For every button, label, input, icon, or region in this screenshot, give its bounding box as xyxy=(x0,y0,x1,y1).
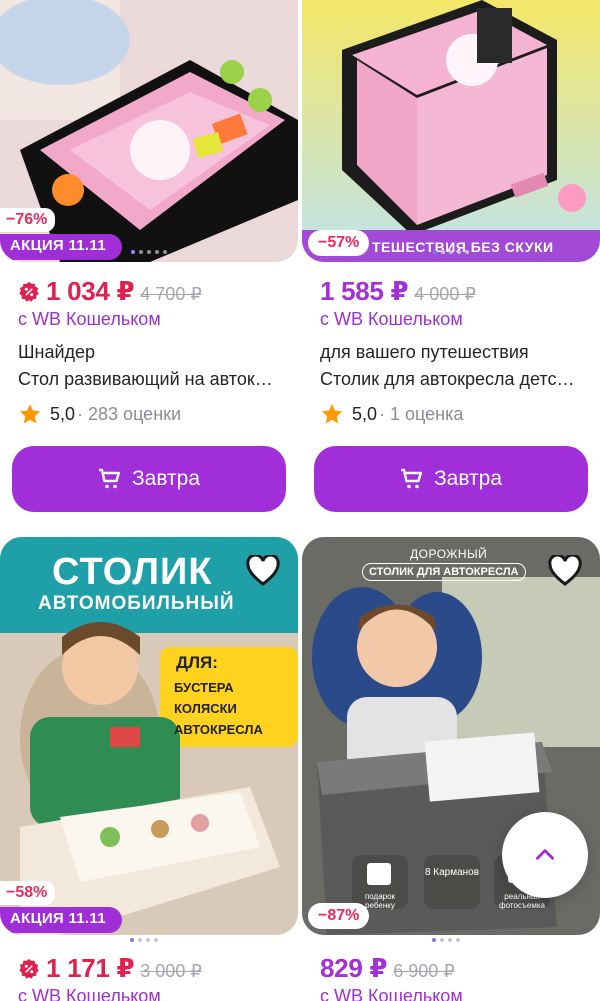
image-list-item: КОЛЯСКИ xyxy=(174,701,237,716)
image-pill: СТОЛИК ДЛЯ АВТОКРЕСЛА xyxy=(362,563,526,581)
product-card[interactable]: ТЕШЕСТВИЯ БЕЗ СКУКИ −57% 1 585 ₽ 4 000 ₽… xyxy=(302,0,600,512)
wallet-note: с WB Кошельком xyxy=(320,986,463,1001)
button-label: Завтра xyxy=(433,467,503,490)
price: 829 ₽ xyxy=(320,953,388,983)
discount-badge: −58% xyxy=(0,881,56,905)
star-icon xyxy=(321,404,343,424)
product-title[interactable]: Стол развивающий на автокресло xyxy=(18,369,280,390)
product-photo xyxy=(302,0,600,262)
add-to-cart-button[interactable]: Завтра xyxy=(12,446,286,512)
cart-icon xyxy=(98,468,120,489)
image-list-item: АВТОКРЕСЛА xyxy=(174,722,263,737)
rating: 5,0 · 1 оценка xyxy=(320,402,600,426)
image-carousel-dots xyxy=(302,250,600,254)
chevron-up-icon xyxy=(536,849,554,860)
image-for-label: ДЛЯ: xyxy=(176,653,218,672)
product-title[interactable]: Столик для автокресла детский xyxy=(320,369,582,390)
price-row: 1 171 ₽ 3 000 ₽ xyxy=(18,953,298,984)
rating-score: 5,0 xyxy=(50,403,76,424)
image-carousel-dots xyxy=(130,938,158,942)
product-card[interactable]: −76% АКЦИЯ 11.11 1 034 ₽ 4 700 ₽ с WB Ко… xyxy=(0,0,298,512)
image-feature: 8 Карманов xyxy=(424,867,480,878)
old-price: 6 900 ₽ xyxy=(393,961,455,981)
price-row: 1 585 ₽ 4 000 ₽ xyxy=(320,276,600,307)
image-list-item: БУСТЕРА xyxy=(174,680,234,695)
rating-count: · 283 оценки xyxy=(77,403,182,424)
image-carousel-dots xyxy=(0,250,298,254)
product-image[interactable]: СТОЛИК АВТОМОБИЛЬНЫЙ ДЛЯ: БУСТЕРА КОЛЯСК… xyxy=(0,537,298,935)
product-card[interactable]: ДОРОЖНЫЙ СТОЛИК ДЛЯ АВТОКРЕСЛА подарок р… xyxy=(302,537,600,1001)
brand-name: для вашего путешествия xyxy=(320,342,529,362)
product-image[interactable]: ТЕШЕСТВИЯ БЕЗ СКУКИ −57% xyxy=(302,0,600,262)
old-price: 3 000 ₽ xyxy=(140,961,202,981)
heart-icon[interactable] xyxy=(548,555,582,587)
image-carousel-dots xyxy=(432,938,460,942)
wallet-note: с WB Кошельком xyxy=(18,309,161,329)
price: 1 585 ₽ xyxy=(320,276,409,306)
brand-name: Шнайдер xyxy=(18,342,96,362)
image-top-label: ДОРОЖНЫЙ xyxy=(410,547,488,561)
wallet-discount-icon xyxy=(19,281,39,302)
heart-icon[interactable] xyxy=(246,555,280,587)
wallet-note: с WB Кошельком xyxy=(320,309,463,329)
discount-badge: −76% xyxy=(0,208,56,232)
image-heading: СТОЛИК xyxy=(52,551,213,593)
image-list: БУСТЕРА КОЛЯСКИ АВТОКРЕСЛА xyxy=(174,677,263,740)
price: 1 034 ₽ xyxy=(46,276,135,306)
price: 1 171 ₽ xyxy=(46,953,135,983)
scroll-to-top-button[interactable] xyxy=(502,812,588,898)
product-card[interactable]: СТОЛИК АВТОМОБИЛЬНЫЙ ДЛЯ: БУСТЕРА КОЛЯСК… xyxy=(0,537,298,1001)
cart-icon xyxy=(400,468,422,489)
product-image[interactable]: −76% АКЦИЯ 11.11 xyxy=(0,0,298,262)
price-row: 829 ₽ 6 900 ₽ xyxy=(320,953,600,984)
image-subheading: АВТОМОБИЛЬНЫЙ xyxy=(38,593,235,614)
promo-badge: АКЦИЯ 11.11 xyxy=(0,234,122,260)
price-row: 1 034 ₽ 4 700 ₽ xyxy=(18,276,298,307)
rating-count: · 1 оценка xyxy=(379,403,464,424)
rating: 5,0 · 283 оценки xyxy=(18,402,298,426)
star-icon xyxy=(19,404,41,424)
promo-badge: АКЦИЯ 11.11 xyxy=(0,907,122,933)
wallet-discount-icon xyxy=(19,958,39,979)
add-to-cart-button[interactable]: Завтра xyxy=(314,446,588,512)
old-price: 4 700 ₽ xyxy=(140,284,202,304)
wallet-note: с WB Кошельком xyxy=(18,986,161,1001)
discount-badge: −87% xyxy=(308,903,370,929)
old-price: 4 000 ₽ xyxy=(414,284,476,304)
rating-score: 5,0 xyxy=(352,403,378,424)
button-label: Завтра xyxy=(131,467,201,490)
